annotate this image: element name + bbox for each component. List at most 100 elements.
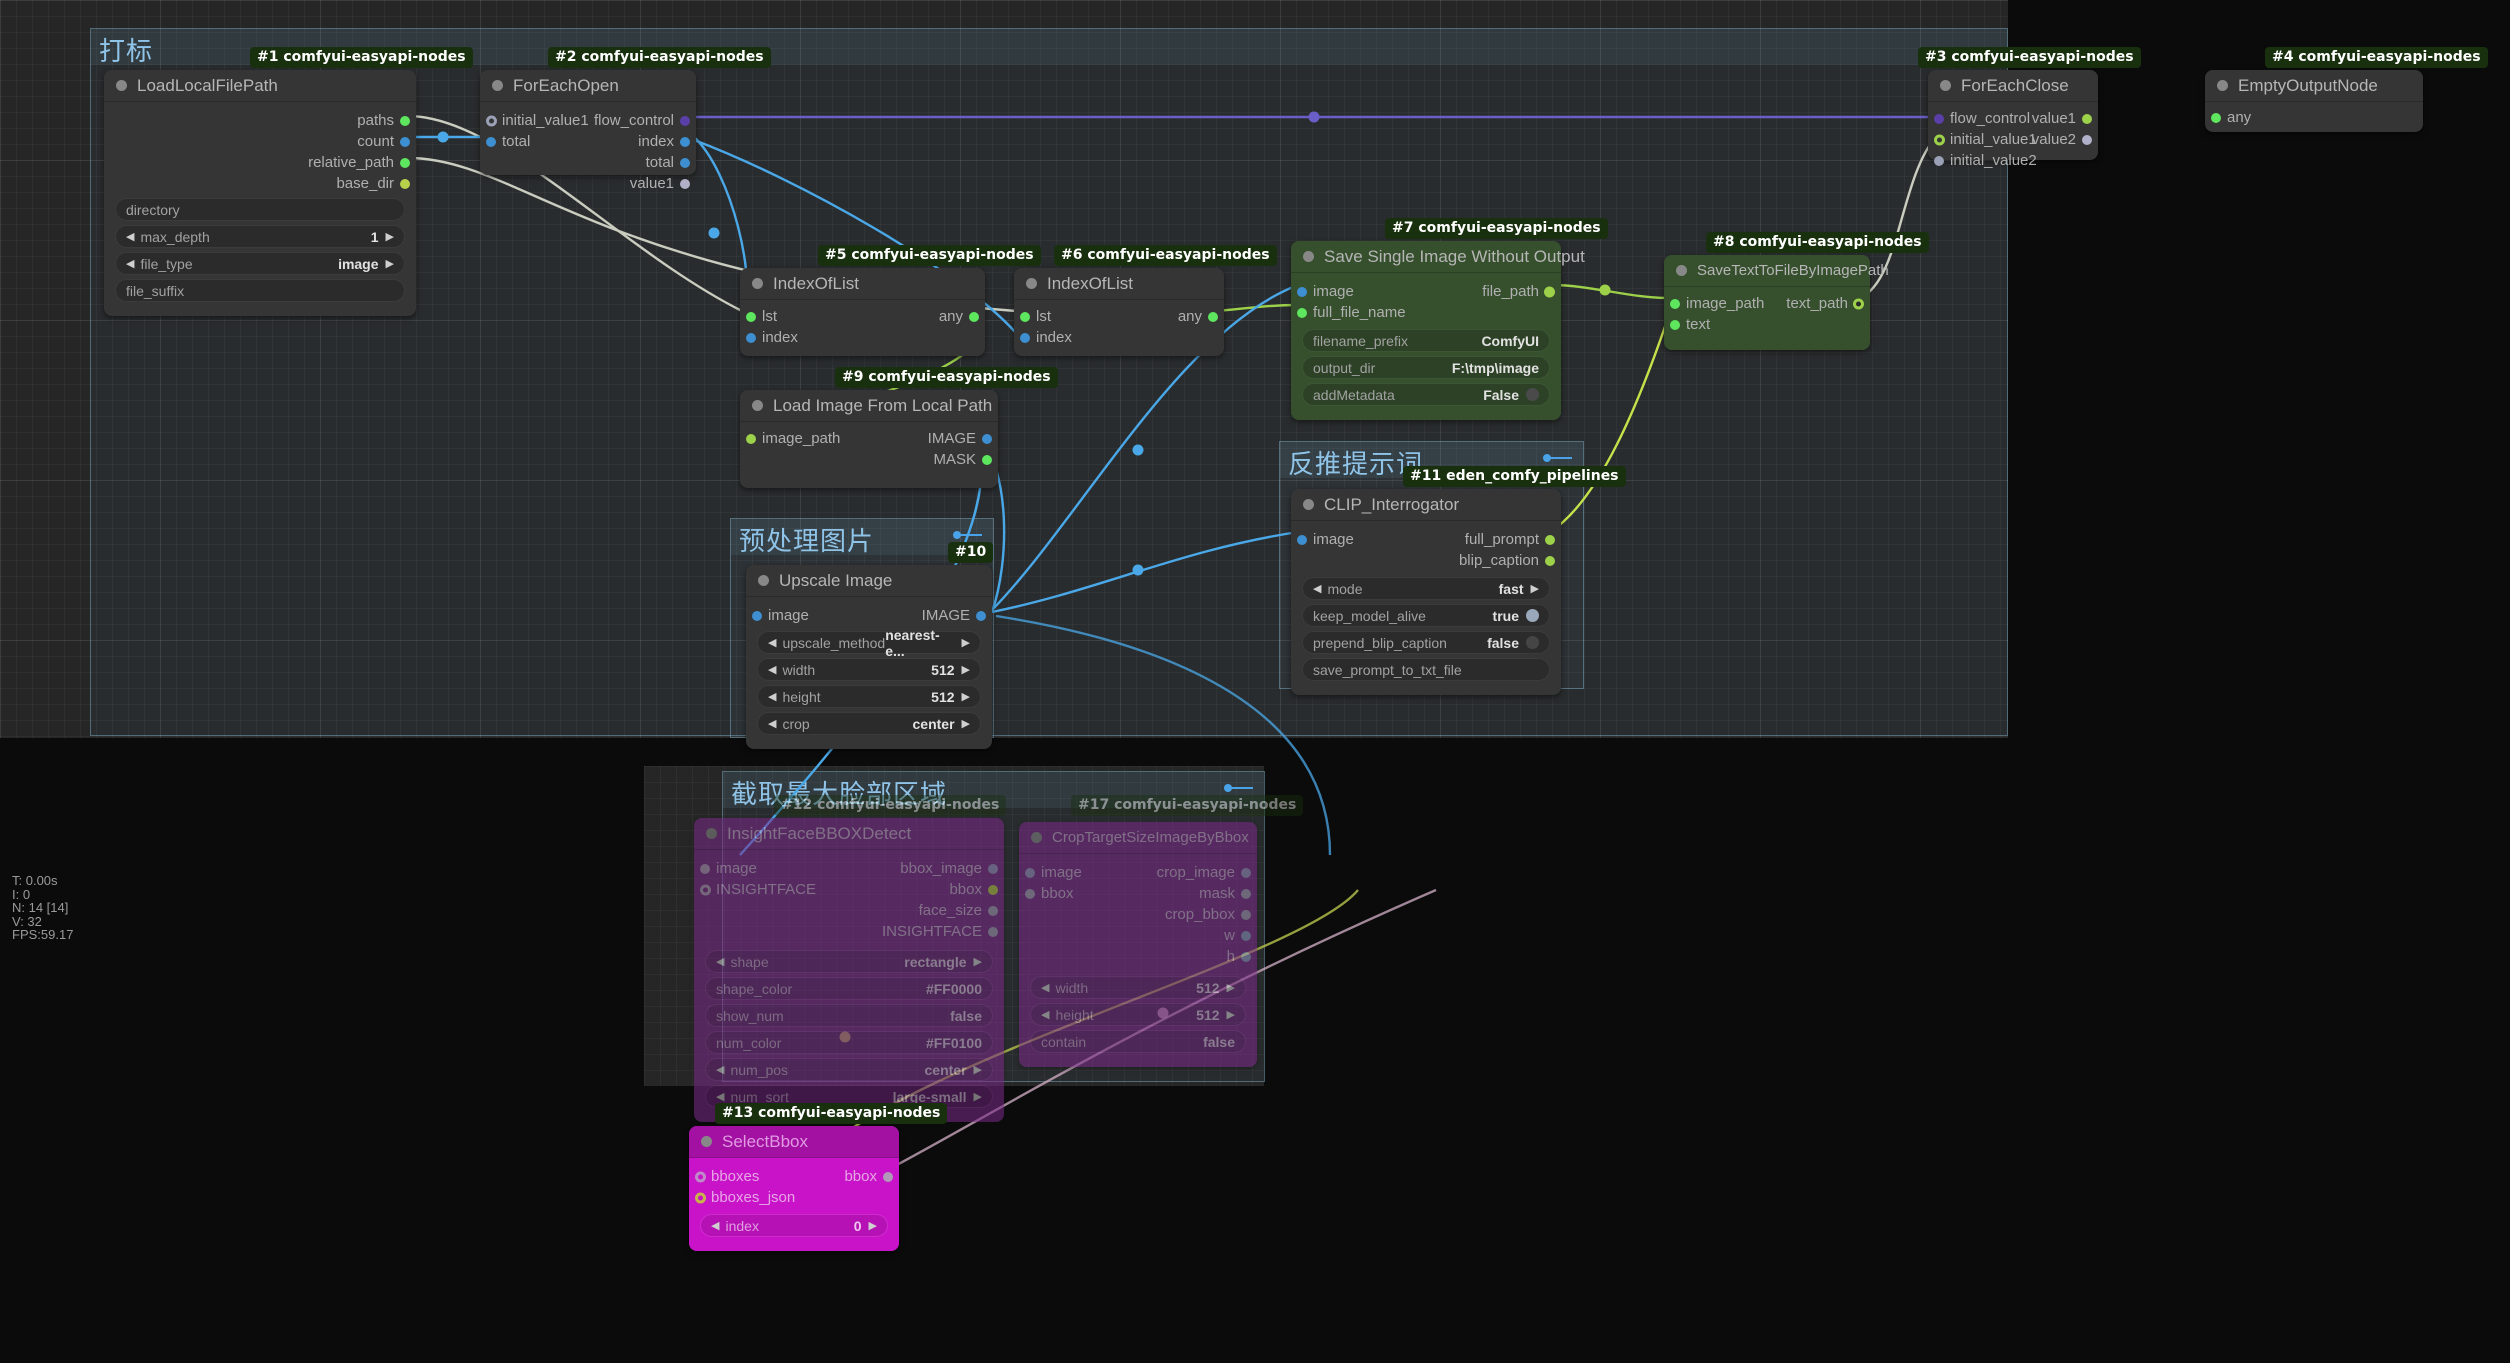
node-foreachopen[interactable]: #2 comfyui-easyapi-nodes ForEachOpen ini… xyxy=(480,70,696,175)
node-header[interactable]: CropTargetSizeImageByBbox xyxy=(1019,822,1257,854)
slot-dot-icon[interactable] xyxy=(988,906,998,916)
right-arrow-icon[interactable]: ▶ xyxy=(962,690,970,703)
widget-show-num[interactable]: show_numfalse xyxy=(705,1004,993,1027)
left-arrow-icon[interactable]: ◀ xyxy=(126,257,134,270)
slot-dot-icon[interactable] xyxy=(1670,320,1680,330)
slot-dot-icon[interactable] xyxy=(2211,113,2221,123)
widget-output-dir[interactable]: output_dirF:\tmp\image xyxy=(1302,356,1550,379)
node-foreachclose[interactable]: #3 comfyui-easyapi-nodes ForEachClose fl… xyxy=(1928,70,2098,160)
slot-dot-icon[interactable] xyxy=(976,611,986,621)
slot-dot-icon[interactable] xyxy=(988,864,998,874)
widget-file-type[interactable]: ◀file_typeimage▶ xyxy=(115,252,405,275)
right-arrow-icon[interactable]: ▶ xyxy=(1531,582,1539,595)
left-arrow-icon[interactable]: ◀ xyxy=(126,230,134,243)
left-arrow-icon[interactable]: ◀ xyxy=(1041,981,1049,994)
slot-dot-icon[interactable] xyxy=(400,137,410,147)
slot-dot-icon[interactable] xyxy=(1853,298,1864,309)
node-selectbbox[interactable]: #13 comfyui-easyapi-nodes SelectBbox bbo… xyxy=(689,1126,899,1251)
slot-dot-icon[interactable] xyxy=(1544,286,1555,297)
widget-keep-model-alive[interactable]: keep_model_alivetrue xyxy=(1302,604,1550,627)
slot-dot-icon[interactable] xyxy=(1297,308,1307,318)
slot-dot-icon[interactable] xyxy=(1020,333,1030,343)
node-header[interactable]: Upscale Image xyxy=(746,565,992,597)
collapse-dot-icon[interactable] xyxy=(492,80,503,91)
slot-dot-icon[interactable] xyxy=(1241,910,1251,920)
slot-dot-icon[interactable] xyxy=(1241,889,1251,899)
node-loadlocalfilepath[interactable]: #1 comfyui-easyapi-nodes LoadLocalFilePa… xyxy=(104,70,416,316)
collapse-dot-icon[interactable] xyxy=(1940,80,1951,91)
slot-dot-icon[interactable] xyxy=(680,179,690,189)
slot-dot-icon[interactable] xyxy=(400,116,410,126)
collapse-dot-icon[interactable] xyxy=(1676,265,1687,276)
slot-dot-icon[interactable] xyxy=(1545,556,1555,566)
left-arrow-icon[interactable]: ◀ xyxy=(768,690,776,703)
collapse-dot-icon[interactable] xyxy=(1303,251,1314,262)
node-header[interactable]: InsightFaceBBOXDetect xyxy=(694,818,1004,850)
slot-dot-icon[interactable] xyxy=(988,885,998,895)
widget-max-depth[interactable]: ◀max_depth1▶ xyxy=(115,225,405,248)
right-arrow-icon[interactable]: ▶ xyxy=(962,717,970,730)
slot-dot-icon[interactable] xyxy=(1545,535,1555,545)
widget-directory[interactable]: directory xyxy=(115,198,405,221)
slot-dot-icon[interactable] xyxy=(746,333,756,343)
slot-dot-icon[interactable] xyxy=(400,158,410,168)
left-arrow-icon[interactable]: ◀ xyxy=(768,636,776,649)
collapse-dot-icon[interactable] xyxy=(2217,80,2228,91)
widget-height[interactable]: ◀height512▶ xyxy=(757,685,981,708)
toggle-knob-icon[interactable] xyxy=(1526,388,1539,401)
collapse-dot-icon[interactable] xyxy=(1026,278,1037,289)
node-indexoflist-6[interactable]: #6 comfyui-easyapi-nodes IndexOfList lst… xyxy=(1014,268,1224,356)
right-arrow-icon[interactable]: ▶ xyxy=(974,1063,982,1076)
slot-dot-icon[interactable] xyxy=(1208,312,1218,322)
collapse-dot-icon[interactable] xyxy=(1303,499,1314,510)
left-arrow-icon[interactable]: ◀ xyxy=(1041,1008,1049,1021)
slot-dot-icon[interactable] xyxy=(400,179,410,189)
slot-dot-icon[interactable] xyxy=(2082,135,2092,145)
right-arrow-icon[interactable]: ▶ xyxy=(1227,1008,1235,1021)
node-header[interactable]: EmptyOutputNode xyxy=(2205,70,2423,102)
collapse-dot-icon[interactable] xyxy=(752,278,763,289)
node-emptyoutputnode[interactable]: #4 comfyui-easyapi-nodes EmptyOutputNode… xyxy=(2205,70,2423,132)
widget-num-pos[interactable]: ◀num_poscenter▶ xyxy=(705,1058,993,1081)
node-clip-interrogator[interactable]: #11 eden_comfy_pipelines CLIP_Interrogat… xyxy=(1291,489,1561,695)
slot-dot-icon[interactable] xyxy=(680,158,690,168)
widget-addmetadata[interactable]: addMetadataFalse xyxy=(1302,383,1550,406)
left-arrow-icon[interactable]: ◀ xyxy=(1313,582,1321,595)
node-header[interactable]: IndexOfList xyxy=(1014,268,1224,300)
slot-dot-icon[interactable] xyxy=(1241,952,1251,962)
group-collapse-icon[interactable] xyxy=(953,531,983,539)
widget-filename-prefix[interactable]: filename_prefixComfyUI xyxy=(1302,329,1550,352)
widget-save-prompt-to-txt-file[interactable]: save_prompt_to_txt_file xyxy=(1302,658,1550,681)
left-arrow-icon[interactable]: ◀ xyxy=(768,717,776,730)
slot-dot-icon[interactable] xyxy=(1241,931,1251,941)
node-header[interactable]: ForEachClose xyxy=(1928,70,2098,102)
collapse-dot-icon[interactable] xyxy=(758,575,769,586)
widget-crop[interactable]: ◀cropcenter▶ xyxy=(757,712,981,735)
collapse-dot-icon[interactable] xyxy=(1031,832,1042,843)
widget-height[interactable]: ◀height512▶ xyxy=(1030,1003,1246,1026)
collapse-dot-icon[interactable] xyxy=(752,400,763,411)
node-header[interactable]: SelectBbox xyxy=(689,1126,899,1158)
slot-dot-icon[interactable] xyxy=(982,455,992,465)
widget-prepend-blip-caption[interactable]: prepend_blip_captionfalse xyxy=(1302,631,1550,654)
right-arrow-icon[interactable]: ▶ xyxy=(974,1090,982,1103)
slot-dot-icon[interactable] xyxy=(982,434,992,444)
left-arrow-icon[interactable]: ◀ xyxy=(716,1090,724,1103)
node-header[interactable]: Save Single Image Without Output xyxy=(1291,241,1561,273)
slot-dot-icon[interactable] xyxy=(969,312,979,322)
widget-mode[interactable]: ◀modefast▶ xyxy=(1302,577,1550,600)
right-arrow-icon[interactable]: ▶ xyxy=(962,663,970,676)
left-arrow-icon[interactable]: ◀ xyxy=(716,1063,724,1076)
slot-dot-icon[interactable] xyxy=(680,116,690,126)
node-save-single-image[interactable]: #7 comfyui-easyapi-nodes Save Single Ima… xyxy=(1291,241,1561,420)
graph-canvas[interactable]: 打标 预处理图片 反推提示词 截取最大脸部区域 xyxy=(0,0,2510,1363)
slot-dot-icon[interactable] xyxy=(883,1172,893,1182)
widget-file-suffix[interactable]: file_suffix xyxy=(115,279,405,302)
slot-dot-icon[interactable] xyxy=(988,927,998,937)
node-header[interactable]: CLIP_Interrogator xyxy=(1291,489,1561,521)
node-header[interactable]: LoadLocalFilePath xyxy=(104,70,416,102)
widget-contain[interactable]: containfalse xyxy=(1030,1030,1246,1053)
group-collapse-icon[interactable] xyxy=(1543,454,1573,462)
toggle-knob-icon[interactable] xyxy=(1526,609,1539,622)
slot-dot-icon[interactable] xyxy=(1934,156,1944,166)
